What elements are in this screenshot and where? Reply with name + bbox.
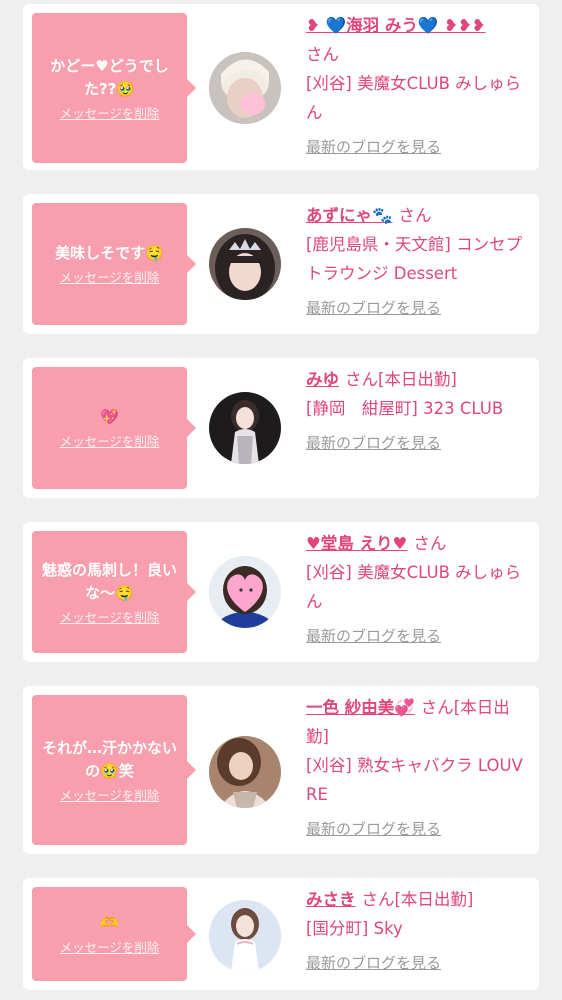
blog-link[interactable]: 最新のブログを見る	[306, 815, 441, 844]
sender-suffix: さん	[413, 534, 447, 553]
message-bubble: 魅惑の馬刺し！良いな〜🤤 メッセージを削除	[32, 531, 196, 653]
sender-name-link[interactable]: あずにゃ🐾	[306, 206, 393, 225]
blog-link[interactable]: 最新のブログを見る	[306, 133, 441, 162]
delete-message-link[interactable]: メッセージを削除	[60, 103, 160, 122]
message-text: 美味しそです🤤	[55, 244, 164, 262]
sender-name-link[interactable]: ♥堂島 えり♥	[306, 534, 407, 553]
message-text: 🫶	[100, 914, 119, 932]
delete-message-link[interactable]: メッセージを削除	[60, 785, 160, 804]
message-card: 美味しそです🤤 メッセージを削除 あずにゃ🐾 さん [鹿児島県・天文館] コンセプ…	[23, 194, 539, 334]
blog-link[interactable]: 最新のブログを見る	[306, 429, 441, 458]
blonde-avatar-icon	[209, 52, 281, 124]
blog-link[interactable]: 最新のブログを見る	[306, 294, 441, 323]
message-card: それが…汗かかないの🥹笑 メッセージを削除 一色 紗由美💞 さん[本日出勤] [刈…	[23, 686, 539, 854]
white-dress-avatar-icon	[209, 900, 281, 972]
shop-name: [刈谷] 熟女キャバクラ LOUVRE	[306, 756, 523, 804]
shop-name: [刈谷] 美魔女CLUB みしゅらん	[306, 74, 522, 122]
sender-name-link[interactable]: 一色 紗由美💞	[306, 698, 415, 717]
delete-message-link[interactable]: メッセージを削除	[60, 607, 160, 626]
delete-message-link[interactable]: メッセージを削除	[60, 431, 160, 450]
avatar[interactable]	[209, 228, 281, 300]
sender-info: みゆ さん[本日出勤] [静岡 紺屋町] 323 CLUB 最新のブログを見る	[306, 365, 531, 458]
sender-info: ❥ 💙海羽 みう💙 ❥❥❥ さん [刈谷] 美魔女CLUB みしゅらん 最新のブ…	[306, 11, 531, 162]
shop-name: [静岡 紺屋町] 323 CLUB	[306, 399, 504, 418]
shop-name: [国分町] Sky	[306, 919, 403, 938]
message-card: 💖 メッセージを削除 みゆ さん[本日出勤] [静岡 紺屋町] 323 CLUB …	[23, 358, 539, 498]
message-card: 魅惑の馬刺し！良いな〜🤤 メッセージを削除 ♥堂島 えり♥ さん [刈谷] 美魔女…	[23, 522, 539, 662]
delete-message-link[interactable]: メッセージを削除	[60, 937, 160, 956]
sender-name-link[interactable]: みゆ	[306, 370, 339, 389]
blog-link[interactable]: 最新のブログを見る	[306, 949, 441, 978]
lace-avatar-icon	[209, 736, 281, 808]
sender-name-link[interactable]: ❥ 💙海羽 みう💙 ❥❥❥	[306, 16, 486, 35]
message-text: 魅惑の馬刺し！良いな〜🤤	[41, 560, 177, 602]
message-text: かどー♥どうでした??🥹	[50, 56, 169, 98]
sender-suffix: さん[本日出勤]	[345, 370, 457, 389]
message-text: 💖	[100, 408, 119, 426]
shop-name: [刈谷] 美魔女CLUB みしゅらん	[306, 563, 522, 611]
tiara-avatar-icon	[209, 228, 281, 300]
message-bubble: 美味しそです🤤 メッセージを削除	[32, 203, 196, 325]
delete-message-link[interactable]: メッセージを削除	[60, 267, 160, 286]
sender-info: 一色 紗由美💞 さん[本日出勤] [刈谷] 熟女キャバクラ LOUVRE 最新のブ…	[306, 693, 531, 844]
shop-name: [鹿児島県・天文館] コンセプトラウンジ Dessert	[306, 235, 523, 283]
sender-info: ♥堂島 えり♥ さん [刈谷] 美魔女CLUB みしゅらん 最新のブログを見る	[306, 529, 531, 651]
message-card: かどー♥どうでした??🥹 メッセージを削除 ❥ 💙海羽 みう💙 ❥❥❥ さん […	[23, 4, 539, 170]
sender-name-link[interactable]: みさき	[306, 890, 356, 909]
message-bubble: かどー♥どうでした??🥹 メッセージを削除	[32, 13, 196, 163]
avatar[interactable]	[209, 392, 281, 464]
avatar[interactable]	[209, 556, 281, 628]
avatar[interactable]	[209, 52, 281, 124]
blog-link[interactable]: 最新のブログを見る	[306, 622, 441, 651]
sender-suffix: さん	[306, 45, 339, 64]
sender-suffix: さん	[398, 206, 432, 225]
sender-info: みさき さん[本日出勤] [国分町] Sky 最新のブログを見る	[306, 885, 531, 978]
heart-face-avatar-icon	[209, 556, 281, 628]
sender-info: あずにゃ🐾 さん [鹿児島県・天文館] コンセプトラウンジ Dessert 最新の…	[306, 201, 531, 323]
dress-avatar-icon	[209, 392, 281, 464]
message-bubble: 💖 メッセージを削除	[32, 367, 196, 489]
avatar[interactable]	[209, 900, 281, 972]
sender-suffix: さん[本日出勤]	[361, 890, 474, 909]
message-card: 🫶 メッセージを削除 みさき さん[本日出勤] [国分町] Sky 最新のブログを…	[23, 878, 539, 990]
message-bubble: 🫶 メッセージを削除	[32, 887, 196, 981]
message-bubble: それが…汗かかないの🥹笑 メッセージを削除	[32, 695, 196, 845]
message-text: それが…汗かかないの🥹笑	[41, 738, 177, 780]
avatar[interactable]	[209, 736, 281, 808]
